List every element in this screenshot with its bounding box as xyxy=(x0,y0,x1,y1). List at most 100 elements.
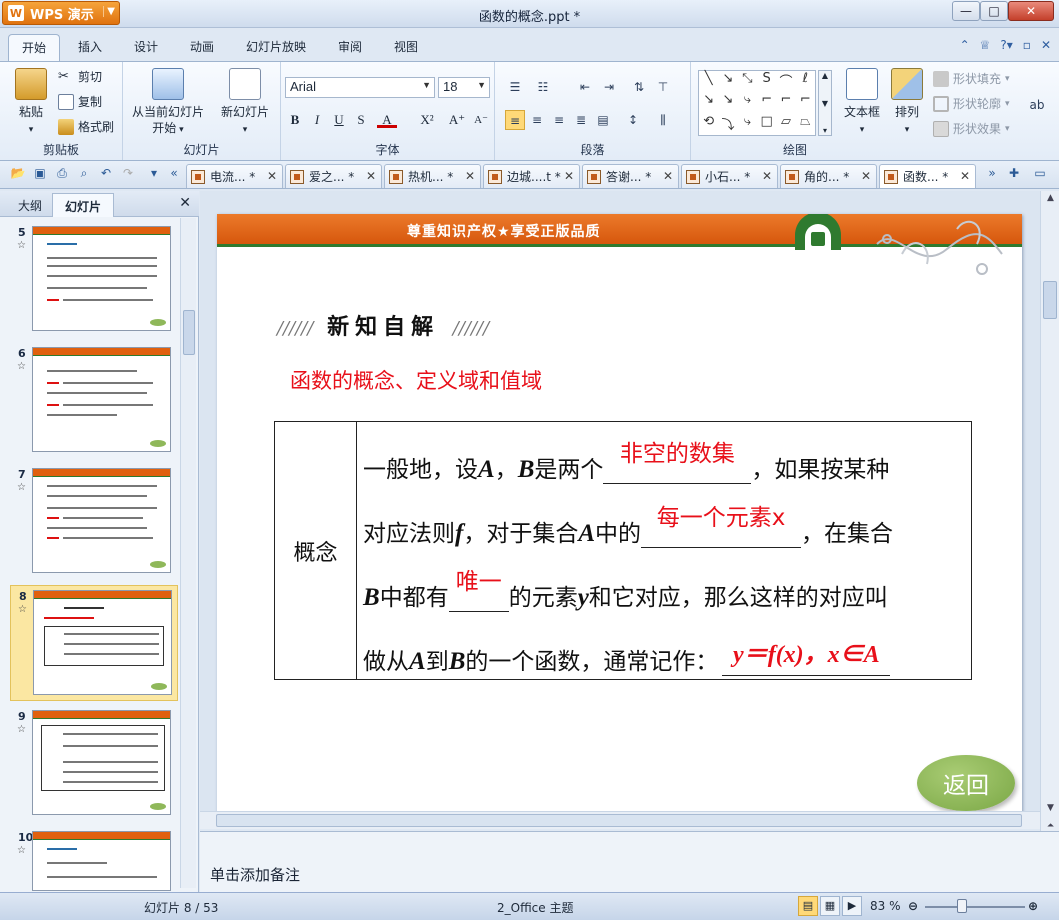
strikethrough-button[interactable]: S xyxy=(351,110,371,130)
editor-vertical-scrollbar[interactable]: ▲ ▼ ⏶ ⏷ xyxy=(1040,191,1059,856)
new-slide-button[interactable]: 新幻灯片 ▾ xyxy=(215,68,275,138)
close-tab-icon[interactable]: ✕ xyxy=(960,169,970,183)
elbow-shape-icon[interactable]: ⤷ xyxy=(738,92,757,113)
shrink-font-button[interactable]: A⁻ xyxy=(471,110,491,130)
connector-shape-icon[interactable]: ↘ xyxy=(699,92,718,113)
curved-elbow-shape-icon[interactable]: ⤷ xyxy=(738,114,757,135)
close-tab-icon[interactable]: ✕ xyxy=(366,169,376,183)
cut-button[interactable]: ✂ 剪切 xyxy=(58,68,102,85)
maximize-button[interactable]: □ xyxy=(980,1,1008,21)
close-doc-icon[interactable]: ✕ xyxy=(1041,38,1051,52)
new-tab-icon[interactable]: ✚ xyxy=(1006,166,1022,182)
slide-thumbnail-8[interactable]: 8 ☆ xyxy=(10,585,178,701)
print-icon[interactable]: ⎙ xyxy=(54,166,70,182)
editor-horizontal-scrollbar[interactable] xyxy=(200,811,1040,829)
line-spacing-icon[interactable]: ↕ xyxy=(623,110,643,130)
text-style-icon[interactable]: ab xyxy=(1027,95,1047,115)
shape-outline-button[interactable]: 形状轮廓 ▾ xyxy=(933,95,1010,112)
zoom-slider-knob[interactable] xyxy=(957,899,967,913)
doc-tab-5[interactable]: 答谢... * ✕ xyxy=(582,164,679,188)
print-preview-icon[interactable]: ⌕ xyxy=(76,166,92,182)
curve-shape-icon[interactable]: S xyxy=(757,71,776,92)
sorter-view-button[interactable]: ▦ xyxy=(820,896,840,916)
close-tab-icon[interactable]: ✕ xyxy=(465,169,475,183)
align-text-icon[interactable]: ⊤ xyxy=(653,77,673,97)
slide-thumbnail-7[interactable]: 7 ☆ xyxy=(10,464,178,580)
connector-arrow-shape-icon[interactable]: ↘ xyxy=(718,92,737,113)
close-tab-icon[interactable]: ✕ xyxy=(861,169,871,183)
align-center-icon[interactable]: ≡ xyxy=(527,110,547,130)
italic-button[interactable]: I xyxy=(307,110,327,130)
double-arrow-shape-icon[interactable]: ⤡ xyxy=(738,71,757,92)
close-pane-icon[interactable]: ✕ xyxy=(179,195,191,211)
curved-arrow-shape-icon[interactable]: ⟲ xyxy=(699,114,718,135)
previous-slide-icon[interactable]: ⏶ xyxy=(1041,821,1059,831)
slide-8[interactable]: 尊重知识产权★享受正版品质 ////// 新知自解 ////// 函数的概念、定… xyxy=(217,214,1022,818)
tabs-scroll-left-icon[interactable]: « xyxy=(166,166,182,182)
doc-tab-7[interactable]: 角的... * ✕ xyxy=(780,164,877,188)
distributed-icon[interactable]: ▤ xyxy=(593,110,613,130)
redo-icon[interactable]: ↷ xyxy=(120,166,136,182)
align-left-icon[interactable]: ≡ xyxy=(505,110,525,130)
scroll-up-icon[interactable]: ▲ xyxy=(1041,193,1059,203)
justify-icon[interactable]: ≣ xyxy=(571,110,591,130)
grow-font-button[interactable]: A⁺ xyxy=(447,110,467,130)
normal-view-button[interactable]: ▤ xyxy=(798,896,818,916)
tab-slides[interactable]: 幻灯片 xyxy=(52,193,114,217)
bold-button[interactable]: B xyxy=(285,110,305,130)
close-tab-icon[interactable]: ✕ xyxy=(267,169,277,183)
tab-design[interactable]: 设计 xyxy=(134,38,158,55)
increase-indent-icon[interactable]: ⇥ xyxy=(599,77,619,97)
align-right-icon[interactable]: ≡ xyxy=(549,110,569,130)
minimize-button[interactable]: — xyxy=(952,1,980,21)
tab-animation[interactable]: 动画 xyxy=(190,38,214,55)
curved-double-shape-icon[interactable]: ⤵ xyxy=(718,114,737,135)
save-icon[interactable]: ▣ xyxy=(32,166,48,182)
line-shape-icon[interactable]: ╲ xyxy=(699,71,718,92)
trapezoid-shape-icon[interactable]: ⏢ xyxy=(796,114,815,135)
superscript-button[interactable]: X² xyxy=(417,110,437,130)
slide-thumbnail-9[interactable]: 9 ☆ xyxy=(10,706,178,822)
tab-home[interactable]: 开始 xyxy=(8,34,60,62)
text-direction-icon[interactable]: ⇅ xyxy=(629,77,649,97)
shapes-gallery[interactable]: ╲ ↘ ⤡ S ⌒ ℓ ↘ ↘ ⤷ ⌐ ⌐ ⌐ ⟲ ⤵ ⤷ □ ▱ ⏢ xyxy=(698,70,816,136)
skin-icon[interactable]: ♕ xyxy=(980,38,991,52)
slide-thumbnail-6[interactable]: 6 ☆ xyxy=(10,343,178,459)
format-painter-button[interactable]: 格式刷 xyxy=(58,118,114,135)
slideshow-view-button[interactable]: ▶ xyxy=(842,896,862,916)
columns-icon[interactable]: ⫼ xyxy=(653,110,673,130)
slide-thumbnail-5[interactable]: 5 ☆ xyxy=(10,222,178,338)
arrange-button[interactable]: 排列 ▾ xyxy=(887,68,927,138)
underline-button[interactable]: U xyxy=(329,110,349,130)
bullets-icon[interactable]: ☰ xyxy=(505,77,525,97)
elbow-arrow-shape-icon[interactable]: ⌐ xyxy=(757,92,776,113)
zoom-in-icon[interactable]: ⊕ xyxy=(1028,899,1038,913)
font-color-button[interactable]: A xyxy=(377,110,397,128)
doc-tab-8[interactable]: 函数... * ✕ xyxy=(879,164,976,188)
doc-tab-3[interactable]: 热机... * ✕ xyxy=(384,164,481,188)
copy-button[interactable]: 复制 xyxy=(58,93,102,110)
numbering-icon[interactable]: ☷ xyxy=(533,77,553,97)
shape-fill-button[interactable]: 形状填充 ▾ xyxy=(933,70,1010,87)
doc-tab-4[interactable]: 边城....t * ✕ xyxy=(483,164,580,188)
parallelogram-shape-icon[interactable]: ▱ xyxy=(776,114,795,135)
tab-slideshow[interactable]: 幻灯片放映 xyxy=(246,38,306,55)
scribble-shape-icon[interactable]: ℓ xyxy=(796,71,815,92)
slide-editor[interactable]: 尊重知识产权★享受正版品质 ////// 新知自解 ////// 函数的概念、定… xyxy=(200,191,1040,818)
slides-pane-scroll-thumb[interactable] xyxy=(183,310,195,355)
tabs-scroll-right-icon[interactable]: » xyxy=(984,166,1000,182)
close-tab-icon[interactable]: ✕ xyxy=(762,169,772,183)
arrow-shape-icon[interactable]: ↘ xyxy=(718,71,737,92)
doc-tab-2[interactable]: 爱之... * ✕ xyxy=(285,164,382,188)
editor-scroll-thumb[interactable] xyxy=(1043,281,1057,319)
scroll-down-icon[interactable]: ▼ xyxy=(1041,803,1059,813)
font-name-select[interactable]: Arial ▼ xyxy=(285,77,435,98)
textbox-button[interactable]: 文本框 ▾ xyxy=(839,68,885,138)
curved-connector-shape-icon[interactable]: ⌐ xyxy=(796,92,815,113)
restore-icon[interactable]: ▫ xyxy=(1023,38,1031,52)
close-button[interactable]: ✕ xyxy=(1008,1,1054,21)
paste-button[interactable]: 粘贴 ▾ xyxy=(10,68,52,138)
font-size-select[interactable]: 18 ▼ xyxy=(438,77,490,98)
doc-tab-6[interactable]: 小石... * ✕ xyxy=(681,164,778,188)
customize-toolbar-icon[interactable]: ▾ xyxy=(146,166,162,182)
